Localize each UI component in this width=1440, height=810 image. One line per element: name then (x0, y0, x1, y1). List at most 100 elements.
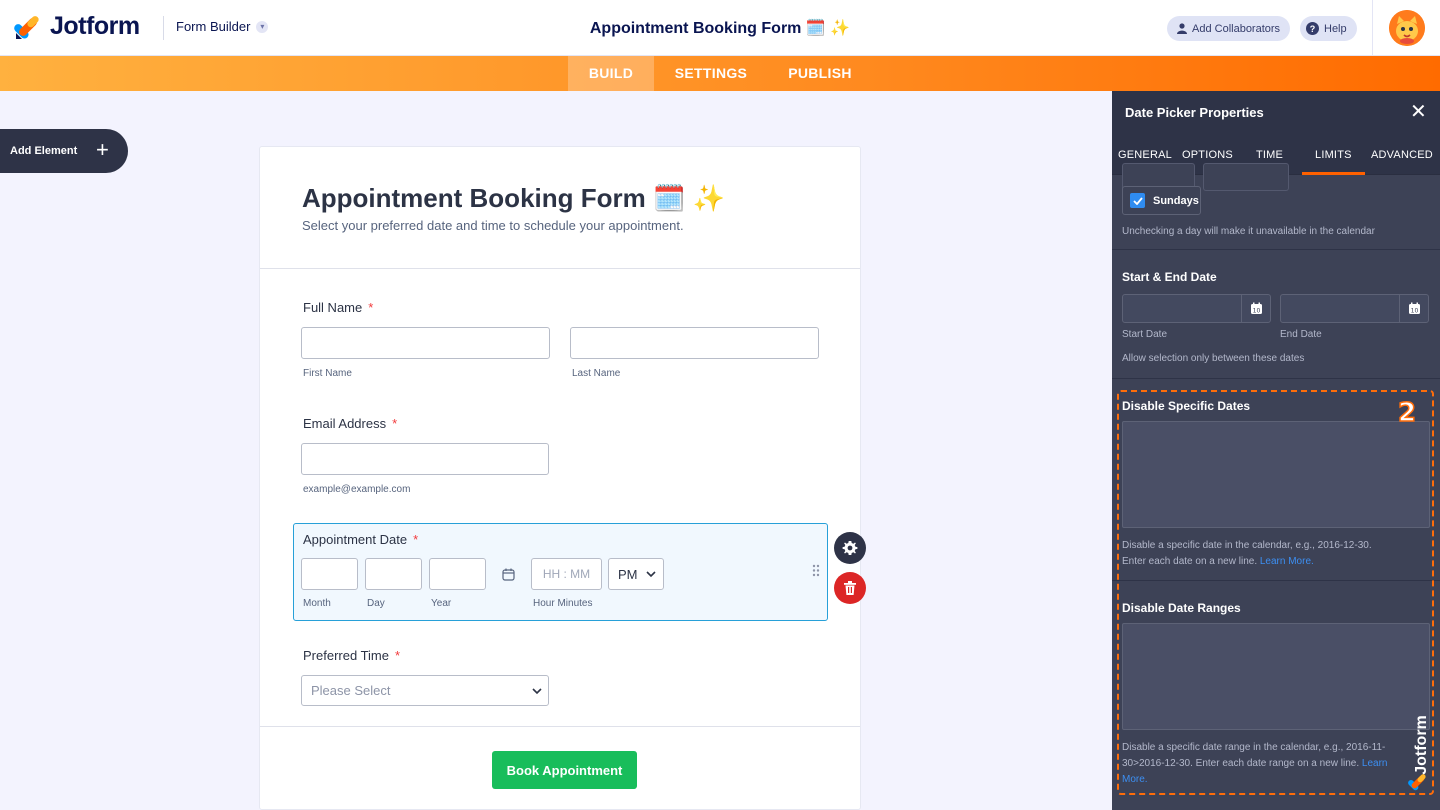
field-settings-button[interactable] (834, 532, 866, 564)
question-icon: ? (1306, 22, 1319, 35)
start-date-sublabel: Start Date (1122, 329, 1168, 340)
preferred-time-select[interactable]: Please Select (301, 675, 549, 706)
section-divider (1112, 580, 1440, 581)
disable-ranges-note: Disable a specific date range in the cal… (1122, 740, 1430, 788)
checkmark-icon (1130, 193, 1145, 208)
email-label-text: Email Address (303, 416, 387, 431)
time-input[interactable]: HH : MM (531, 558, 602, 590)
year-sublabel: Year (431, 598, 452, 609)
start-date-input[interactable]: 10 (1122, 294, 1271, 323)
chevron-down-icon (646, 571, 656, 578)
required-marker: * (392, 416, 398, 431)
panel-title: Date Picker Properties (1125, 105, 1264, 120)
tab-options[interactable]: OPTIONS (1182, 149, 1233, 161)
disable-dates-textarea[interactable] (1122, 421, 1430, 528)
end-date-sublabel: End Date (1280, 329, 1322, 340)
preferred-time-label-text: Preferred Time (303, 648, 389, 663)
account-area (1372, 0, 1440, 56)
avatar[interactable] (1389, 10, 1425, 46)
trash-icon (844, 581, 856, 595)
calendar-day: 10 (1252, 308, 1260, 315)
email-input[interactable] (301, 443, 549, 475)
appointment-date-label[interactable]: Appointment Date * (303, 532, 418, 547)
help-button[interactable]: ? Help (1300, 16, 1357, 41)
preferred-time-label[interactable]: Preferred Time * (303, 648, 400, 663)
form-heading[interactable]: Appointment Booking Form 🗓️ ✨ (302, 183, 725, 214)
submit-divider-line (260, 726, 860, 727)
drag-handle-icon[interactable] (812, 564, 820, 577)
month-input[interactable] (301, 558, 358, 590)
required-marker: * (413, 532, 419, 547)
full-name-label[interactable]: Full Name * (303, 300, 373, 315)
calendar-day: 10 (1410, 308, 1418, 315)
learn-more-link[interactable]: Learn More. (1260, 556, 1314, 567)
form-card: Appointment Booking Form 🗓️ ✨ Select you… (259, 146, 861, 810)
disable-dates-title: Disable Specific Dates (1122, 399, 1251, 413)
disable-ranges-note-line2: 30>2016-12-30. Enter each date range on … (1122, 758, 1360, 769)
section-divider (1112, 249, 1440, 250)
tab-advanced[interactable]: ADVANCED (1371, 149, 1433, 161)
builder-nav: BUILD SETTINGS PUBLISH (0, 56, 1440, 91)
tab-limits[interactable]: LIMITS (1315, 149, 1352, 161)
disable-ranges-note-line1: Disable a specific date range in the cal… (1122, 742, 1386, 753)
day-input[interactable] (365, 558, 422, 590)
learn-more-link[interactable]: Learn (1362, 758, 1388, 769)
day-checkbox-partial[interactable] (1203, 163, 1289, 191)
form-subheading[interactable]: Select your preferred date and time to s… (302, 218, 684, 233)
required-marker: * (394, 648, 401, 663)
gear-icon (842, 541, 858, 555)
preferred-time-placeholder: Please Select (311, 683, 391, 698)
sundays-label: Sundays (1153, 194, 1199, 207)
calendar-icon[interactable]: 10 (1399, 295, 1428, 322)
chevron-down-icon (532, 688, 542, 695)
month-sublabel: Month (303, 598, 331, 609)
disable-dates-note-line1: Disable a specific date in the calendar,… (1122, 540, 1372, 551)
tab-build[interactable]: BUILD (568, 56, 654, 91)
jotform-watermark-icon (1408, 774, 1426, 791)
email-sublabel: example@example.com (303, 484, 411, 495)
sundays-checkbox[interactable]: Sundays (1122, 186, 1201, 215)
disable-ranges-textarea[interactable] (1122, 623, 1430, 730)
disable-dates-note-line2: Enter each date on a new line. (1122, 556, 1258, 567)
first-name-sublabel: First Name (303, 368, 352, 379)
add-element-button[interactable]: Add Element + (0, 129, 128, 173)
tab-publish[interactable]: PUBLISH (778, 56, 862, 91)
start-end-title: Start & End Date (1122, 270, 1217, 284)
step-number-badge: 2 (1397, 397, 1417, 429)
active-tab-indicator (1302, 172, 1365, 175)
end-date-input[interactable]: 10 (1280, 294, 1429, 323)
ampm-select[interactable]: PM (608, 558, 664, 590)
time-sublabel: Hour Minutes (533, 598, 593, 609)
year-input[interactable] (429, 558, 486, 590)
appointment-date-label-text: Appointment Date (303, 532, 408, 547)
appointment-date-field[interactable]: Appointment Date * HH : MM PM Month Day Y… (293, 523, 828, 621)
close-icon[interactable]: ✕ (1410, 101, 1427, 123)
disable-ranges-title: Disable Date Ranges (1122, 601, 1241, 615)
disable-dates-note: Disable a specific date in the calendar,… (1122, 538, 1372, 570)
help-label: Help (1324, 22, 1347, 35)
plus-icon: + (96, 137, 109, 162)
book-appointment-button[interactable]: Book Appointment (492, 751, 637, 789)
calendar-icon[interactable]: 10 (1241, 295, 1270, 322)
day-sublabel: Day (367, 598, 385, 609)
user-icon (1177, 23, 1187, 34)
calendar-icon[interactable] (502, 568, 515, 581)
header-divider-line (260, 268, 860, 269)
required-marker: * (368, 300, 374, 315)
days-note: Unchecking a day will make it unavailabl… (1122, 226, 1375, 237)
ampm-value: PM (618, 566, 638, 582)
tab-time[interactable]: TIME (1256, 149, 1283, 161)
delete-field-button[interactable] (834, 572, 866, 604)
add-collaborators-button[interactable]: Add Collaborators (1167, 16, 1291, 41)
email-label[interactable]: Email Address * (303, 416, 397, 431)
top-bar: Jotform Form Builder ▾ Appointment Booki… (0, 0, 1440, 56)
section-divider (1112, 378, 1440, 379)
last-name-sublabel: Last Name (572, 368, 621, 379)
tab-general[interactable]: GENERAL (1118, 149, 1172, 161)
learn-more-link-cont[interactable]: More. (1122, 774, 1148, 785)
last-name-input[interactable] (570, 327, 819, 359)
first-name-input[interactable] (301, 327, 550, 359)
tab-settings[interactable]: SETTINGS (664, 56, 758, 91)
panel-header: Date Picker Properties ✕ (1112, 91, 1440, 135)
date-picker-properties-panel: Date Picker Properties ✕ GENERAL OPTIONS… (1112, 91, 1440, 810)
